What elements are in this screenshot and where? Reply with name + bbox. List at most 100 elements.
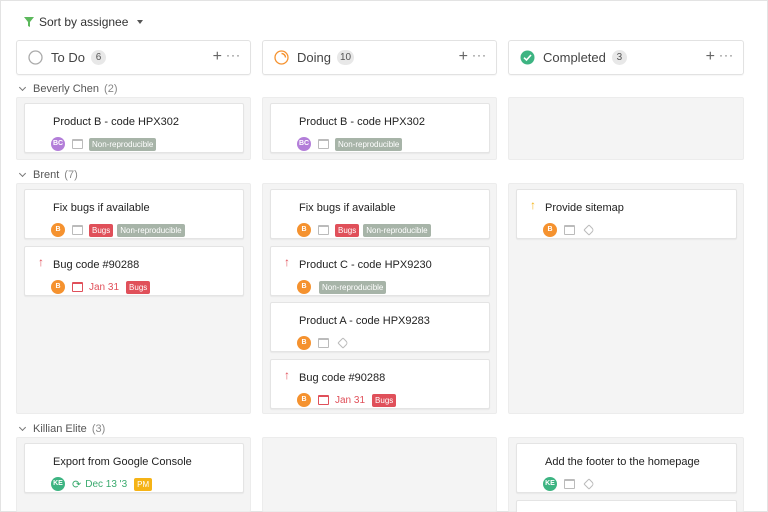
group-header-killian-elite[interactable]: Killian Elite (3) <box>18 422 106 436</box>
column-count: 3 <box>611 50 627 65</box>
avatar[interactable]: KE <box>543 477 557 491</box>
avatar[interactable]: B <box>297 393 311 407</box>
sort-label: Sort by assignee <box>39 15 129 29</box>
calendar-icon[interactable] <box>318 225 329 235</box>
card-title: Fix bugs if available <box>53 202 150 214</box>
todo-status-icon <box>28 50 43 65</box>
priority-arrow-icon: ↑ <box>530 198 536 212</box>
card-title: Bug code #90288 <box>53 259 140 271</box>
card-meta: B Jan 31 Bugs <box>297 393 397 407</box>
avatar[interactable]: B <box>51 280 65 294</box>
group-header-beverly-chen[interactable]: Beverly Chen (2) <box>18 82 118 96</box>
avatar[interactable]: B <box>543 223 557 237</box>
task-card[interactable]: Product B - code HPX302 BC Non-reproduci… <box>24 103 244 153</box>
tag-badge: Non-reproducible <box>89 137 157 151</box>
calendar-icon[interactable] <box>72 139 83 149</box>
column-title: Completed <box>543 50 606 65</box>
calendar-icon[interactable] <box>318 139 329 149</box>
group-name: Brent <box>33 169 60 181</box>
lane-completed: ↑ Provide sitemap B <box>508 183 744 414</box>
card-title: Fix bugs if available <box>299 202 396 214</box>
column-count: 6 <box>90 50 106 65</box>
calendar-icon[interactable] <box>72 225 83 235</box>
add-task-button[interactable]: + <box>706 49 715 65</box>
repeat-icon[interactable]: ⟳ <box>72 478 81 491</box>
lane-doing <box>262 437 497 512</box>
group-name: Killian Elite <box>33 423 87 435</box>
calendar-icon[interactable] <box>564 225 575 235</box>
avatar[interactable]: B <box>297 336 311 350</box>
card-meta: B Jan 31 Bugs <box>51 280 151 294</box>
task-card[interactable]: ↑ Bug code #90288 B Jan 31 Bugs <box>24 246 244 296</box>
priority-arrow-icon: ↑ <box>284 255 290 269</box>
card-meta: BC Non-reproducible <box>297 137 403 151</box>
tag-badge: Non-reproducible <box>117 223 185 237</box>
column-menu-button[interactable]: ··· <box>719 48 734 62</box>
task-card[interactable]: ↑ Provide sitemap B <box>516 189 737 239</box>
tag-badge: Bugs <box>89 223 114 237</box>
lane-todo: Product B - code HPX302 BC Non-reproduci… <box>16 97 251 160</box>
column-title: Doing <box>297 50 331 65</box>
card-title: Product B - code HPX302 <box>299 116 425 128</box>
tag-icon[interactable] <box>583 478 595 490</box>
card-title: Export from Google Console <box>53 456 192 468</box>
add-task-button[interactable]: + <box>459 49 468 65</box>
chevron-down-icon <box>18 169 27 178</box>
column-title: To Do <box>51 50 85 65</box>
tag-badge: Bugs <box>126 280 151 294</box>
column-menu-button[interactable]: ··· <box>226 48 241 62</box>
card-title: Product B - code HPX302 <box>53 116 179 128</box>
avatar[interactable]: KE <box>51 477 65 491</box>
card-title: Bug code #90288 <box>299 372 386 384</box>
task-card[interactable]: Export from Google Console KE ⟳ Dec 13 '… <box>24 443 244 493</box>
tag-badge: Bugs <box>372 393 397 407</box>
group-header-brent[interactable]: Brent (7) <box>18 168 78 182</box>
group-count: (3) <box>91 423 106 435</box>
due-date: Jan 31 <box>89 281 120 293</box>
lane-completed: Add the footer to the homepage KE <box>508 437 744 512</box>
card-title: Provide sitemap <box>545 202 624 214</box>
card-title: Product A - code HPX9283 <box>299 315 430 327</box>
column-menu-button[interactable]: ··· <box>472 48 487 62</box>
avatar[interactable]: B <box>297 280 311 294</box>
lane-doing: Product B - code HPX302 BC Non-reproduci… <box>262 97 497 160</box>
card-meta: B Bugs Non-reproducible <box>297 223 431 237</box>
group-count: (7) <box>64 169 78 181</box>
task-card[interactable]: Add the footer to the homepage KE <box>516 443 737 493</box>
card-meta: B <box>543 223 595 237</box>
group-name: Beverly Chen <box>33 83 100 95</box>
lane-completed <box>508 97 744 160</box>
card-meta: KE ⟳ Dec 13 '3 PM <box>51 477 153 491</box>
calendar-icon[interactable] <box>564 479 575 489</box>
add-task-button[interactable]: + <box>213 49 222 65</box>
calendar-icon[interactable] <box>318 338 329 348</box>
doing-status-icon <box>274 50 289 65</box>
column-header-completed: Completed 3 + ··· <box>508 40 744 75</box>
column-header-doing: Doing 10 + ··· <box>262 40 497 75</box>
tag-badge: Non-reproducible <box>335 137 403 151</box>
avatar[interactable]: B <box>297 223 311 237</box>
column-count: 10 <box>336 50 355 65</box>
task-card[interactable]: ↑ Bug code #90288 B Jan 31 Bugs <box>270 359 490 409</box>
calendar-icon[interactable] <box>72 282 83 292</box>
card-meta: B Bugs Non-reproducible <box>51 223 185 237</box>
task-card[interactable]: Fix bugs if available B Bugs Non-reprodu… <box>24 189 244 239</box>
tag-icon[interactable] <box>337 337 349 349</box>
avatar[interactable]: BC <box>51 137 65 151</box>
avatar[interactable]: B <box>51 223 65 237</box>
calendar-icon[interactable] <box>318 395 329 405</box>
task-card[interactable]: ↑ Product C - code HPX9230 B Non-reprodu… <box>270 246 490 296</box>
tag-icon[interactable] <box>583 224 595 236</box>
chevron-down-icon <box>18 83 27 92</box>
task-card[interactable]: Product B - code HPX302 BC Non-reproduci… <box>270 103 490 153</box>
task-card[interactable]: Product A - code HPX9283 B <box>270 302 490 352</box>
card-meta: BC Non-reproducible <box>51 137 157 151</box>
sort-dropdown[interactable]: Sort by assignee <box>24 14 144 30</box>
check-circle-icon <box>520 50 535 65</box>
task-card[interactable] <box>516 500 737 512</box>
funnel-icon <box>24 17 34 27</box>
task-card[interactable]: Fix bugs if available B Bugs Non-reprodu… <box>270 189 490 239</box>
tag-badge: Non-reproducible <box>319 280 387 294</box>
tag-badge: Non-reproducible <box>363 223 431 237</box>
avatar[interactable]: BC <box>297 137 311 151</box>
